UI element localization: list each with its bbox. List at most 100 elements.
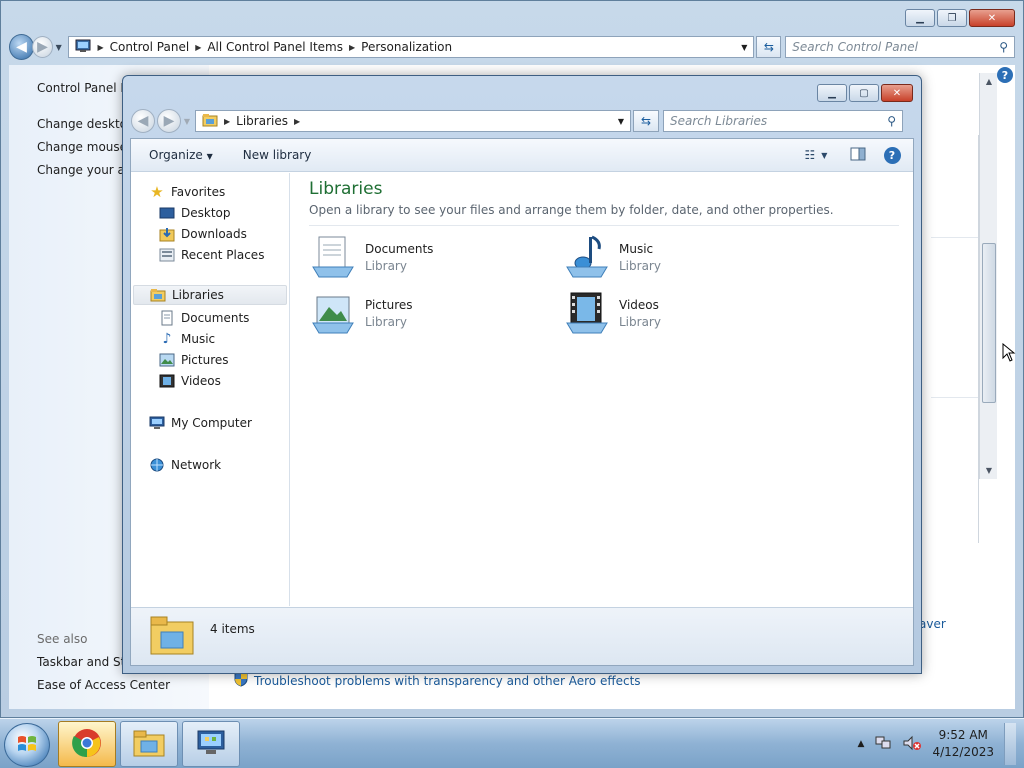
nav-recent-places[interactable]: Recent Places <box>159 247 264 263</box>
cp-recent-pages-dropdown[interactable]: ▼ <box>53 43 64 52</box>
cp-themes-panel <box>931 135 979 543</box>
lib-recent-pages-dropdown[interactable]: ▼ <box>181 117 193 126</box>
lib-maximize-button[interactable]: ▢ <box>849 84 879 102</box>
nav-libraries[interactable]: Libraries <box>133 285 287 305</box>
libraries-folder-icon <box>202 113 218 130</box>
pictures-library-icon <box>309 289 357 337</box>
lib-refresh-button[interactable]: ⇆ <box>633 110 659 132</box>
taskbar-explorer-button[interactable] <box>120 721 178 767</box>
new-library-button[interactable]: New library <box>243 148 312 162</box>
lib-search-input[interactable]: Search Libraries ⚲ <box>663 110 903 132</box>
troubleshoot-link[interactable]: Troubleshoot problems with transparency … <box>254 674 641 688</box>
breadcrumb-item[interactable]: All Control Panel Items <box>207 40 343 54</box>
breadcrumb-item[interactable]: Libraries <box>236 114 288 128</box>
chevron-right-icon: ▶ <box>224 116 231 126</box>
nav-favorites[interactable]: ★ Favorites <box>149 183 226 201</box>
library-name: Documents <box>365 241 434 256</box>
lib-navigation-bar: ◀ ▶ ▼ ▶ Libraries ▶ ▼ ⇆ Search Libraries… <box>131 108 913 134</box>
document-icon <box>159 310 175 326</box>
library-pictures[interactable]: Pictures Library <box>309 289 413 337</box>
cp-home-link[interactable]: Control Panel H <box>37 81 129 95</box>
star-icon: ★ <box>150 183 164 201</box>
clock-time: 9:52 AM <box>938 728 988 742</box>
cp-scrollbar[interactable]: ▲ ▼ <box>979 73 997 479</box>
nav-downloads-label: Downloads <box>181 227 247 241</box>
refresh-icon: ⇆ <box>763 40 774 54</box>
divider <box>309 225 899 226</box>
lib-back-button[interactable]: ◀ <box>131 109 155 133</box>
cp-help-icon[interactable]: ? <box>997 67 1013 83</box>
network-icon <box>149 457 165 473</box>
system-tray: ▲ 9:52 AM 4/12/2023 <box>858 723 1016 765</box>
help-button[interactable]: ? <box>883 146 901 164</box>
library-music[interactable]: Music Library <box>563 233 661 281</box>
nav-music[interactable]: ♪ Music <box>159 331 216 347</box>
cp-back-button[interactable]: ◀ <box>9 34 34 60</box>
chevron-right-icon: ▶ <box>293 116 301 126</box>
nav-videos[interactable]: Videos <box>159 373 221 389</box>
nav-network-label: Network <box>171 458 222 472</box>
cp-minimize-button[interactable]: ▁ <box>905 9 935 27</box>
breadcrumb-item[interactable]: Control Panel <box>110 40 190 54</box>
cp-scrollbar-thumb[interactable] <box>982 243 996 403</box>
lib-content-pane: Libraries Open a library to see your fil… <box>291 173 913 606</box>
libraries-folder-icon <box>149 612 195 661</box>
cp-forward-button[interactable]: ▶ <box>31 36 53 58</box>
library-videos[interactable]: Videos Library <box>563 289 661 337</box>
show-desktop-button[interactable] <box>1004 723 1016 765</box>
mouse-cursor-icon <box>1002 342 1016 366</box>
libraries-window: ▁ ▢ ✕ ◀ ▶ ▼ ▶ Libraries ▶ ▼ ⇆ Search Lib… <box>122 75 922 674</box>
nav-downloads[interactable]: Downloads <box>159 226 247 242</box>
nav-documents[interactable]: Documents <box>159 310 249 326</box>
lib-details-pane: 4 items <box>131 607 913 665</box>
library-type: Library <box>619 258 661 273</box>
cp-close-button[interactable]: ✕ <box>969 9 1015 27</box>
chevron-down-icon[interactable]: ▼ <box>618 117 624 126</box>
videos-library-icon <box>563 289 611 337</box>
nav-documents-label: Documents <box>181 311 250 325</box>
nav-my-computer[interactable]: My Computer <box>149 415 252 431</box>
screen-saver-link[interactable]: aver <box>919 617 946 631</box>
taskbar-control-panel-button[interactable] <box>182 721 240 767</box>
breadcrumb-item[interactable]: Personalization <box>361 40 452 54</box>
page-title: Libraries <box>309 179 383 199</box>
control-panel-icon <box>194 728 228 761</box>
lib-caption-buttons: ▁ ▢ ✕ <box>817 84 913 102</box>
library-documents[interactable]: Documents Library <box>309 233 433 281</box>
cp-address-bar[interactable]: ▶ Control Panel ▶ All Control Panel Item… <box>68 36 755 58</box>
lib-forward-button[interactable]: ▶ <box>157 109 181 133</box>
taskbar: ▲ 9:52 AM 4/12/2023 <box>0 718 1024 768</box>
change-view-button[interactable]: ☷ ▼ <box>799 146 833 164</box>
scroll-up-icon[interactable]: ▲ <box>980 77 998 86</box>
help-icon: ? <box>883 146 901 164</box>
network-status-icon[interactable] <box>874 735 892 754</box>
scroll-down-icon[interactable]: ▼ <box>980 466 998 475</box>
music-library-icon <box>563 233 611 281</box>
lib-navigation-pane: ★ Favorites Desktop Downloads Recent Pla… <box>131 173 290 606</box>
cp-refresh-button[interactable]: ⇆ <box>756 36 782 58</box>
change-account-link[interactable]: Change your ac <box>37 163 132 177</box>
libraries-folder-icon <box>132 728 166 761</box>
nav-desktop[interactable]: Desktop <box>159 205 231 221</box>
show-hidden-icons-button[interactable]: ▲ <box>858 739 865 749</box>
nav-favorites-label: Favorites <box>171 185 226 199</box>
ease-of-access-link[interactable]: Ease of Access Center <box>37 678 170 692</box>
chevron-down-icon[interactable]: ▼ <box>741 43 747 52</box>
lib-search-placeholder: Search Libraries <box>670 114 768 128</box>
start-button[interactable] <box>4 723 50 767</box>
lib-address-bar[interactable]: ▶ Libraries ▶ ▼ <box>195 110 631 132</box>
taskbar-chrome-button[interactable] <box>58 721 116 767</box>
preview-pane-button[interactable] <box>849 146 867 164</box>
lib-minimize-button[interactable]: ▁ <box>817 84 847 102</box>
cp-search-input[interactable]: Search Control Panel ⚲ <box>785 36 1015 58</box>
volume-muted-icon[interactable] <box>902 735 922 754</box>
lib-close-button[interactable]: ✕ <box>881 84 913 102</box>
cp-restore-button[interactable]: ❐ <box>937 9 967 27</box>
clock[interactable]: 9:52 AM 4/12/2023 <box>932 727 994 761</box>
chevron-right-icon: ▶ <box>348 42 356 52</box>
nav-pictures[interactable]: Pictures <box>159 352 229 368</box>
change-desktop-link[interactable]: Change desktop <box>37 117 135 131</box>
cp-search-placeholder: Search Control Panel <box>792 40 918 54</box>
organize-button[interactable]: Organize ▼ <box>149 148 213 162</box>
nav-network[interactable]: Network <box>149 457 221 473</box>
